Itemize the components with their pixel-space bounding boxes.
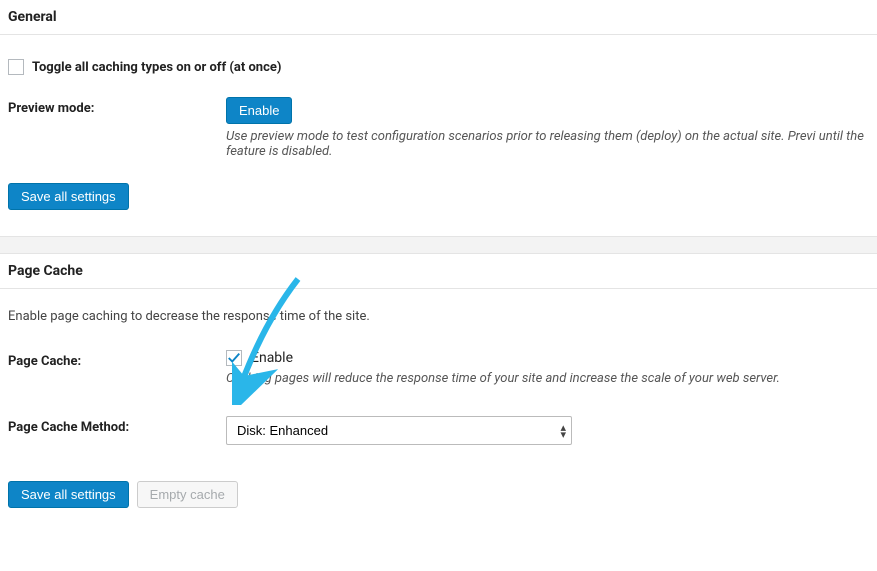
general-actions: Save all settings [8,159,869,230]
check-icon [227,351,241,365]
page-cache-actions: Save all settings Empty cache [8,445,869,528]
toggle-all-checkbox[interactable] [8,59,24,75]
page-cache-method-label: Page Cache Method: [8,416,226,435]
page-cache-enable-checkbox[interactable] [226,350,242,366]
page-cache-method-select[interactable]: Disk: Enhanced [226,416,572,445]
save-button-page-cache[interactable]: Save all settings [8,481,129,508]
preview-mode-helper: Use preview mode to test configuration s… [226,129,869,159]
toggle-all-row: Toggle all caching types on or off (at o… [8,35,869,75]
page-cache-method-row: Page Cache Method: Disk: Enhanced ▴▾ [8,386,869,445]
preview-mode-label: Preview mode: [8,97,226,116]
empty-cache-button[interactable]: Empty cache [137,481,238,508]
page-cache-label: Page Cache: [8,350,226,369]
section-header-general: General [0,0,877,35]
preview-mode-row: Preview mode: Enable Use preview mode to… [8,75,869,159]
save-button-general[interactable]: Save all settings [8,183,129,210]
section-divider [0,236,877,254]
preview-enable-button[interactable]: Enable [226,97,292,124]
page-cache-enable-row: Page Cache: Enable Caching pages will re… [8,328,869,386]
page-cache-enable-label: Enable [251,350,293,366]
section-header-page-cache: Page Cache [0,254,877,289]
page-cache-description: Enable page caching to decrease the resp… [8,289,869,328]
toggle-all-label: Toggle all caching types on or off (at o… [32,60,281,75]
page-cache-enable-helper: Caching pages will reduce the response t… [226,371,869,386]
